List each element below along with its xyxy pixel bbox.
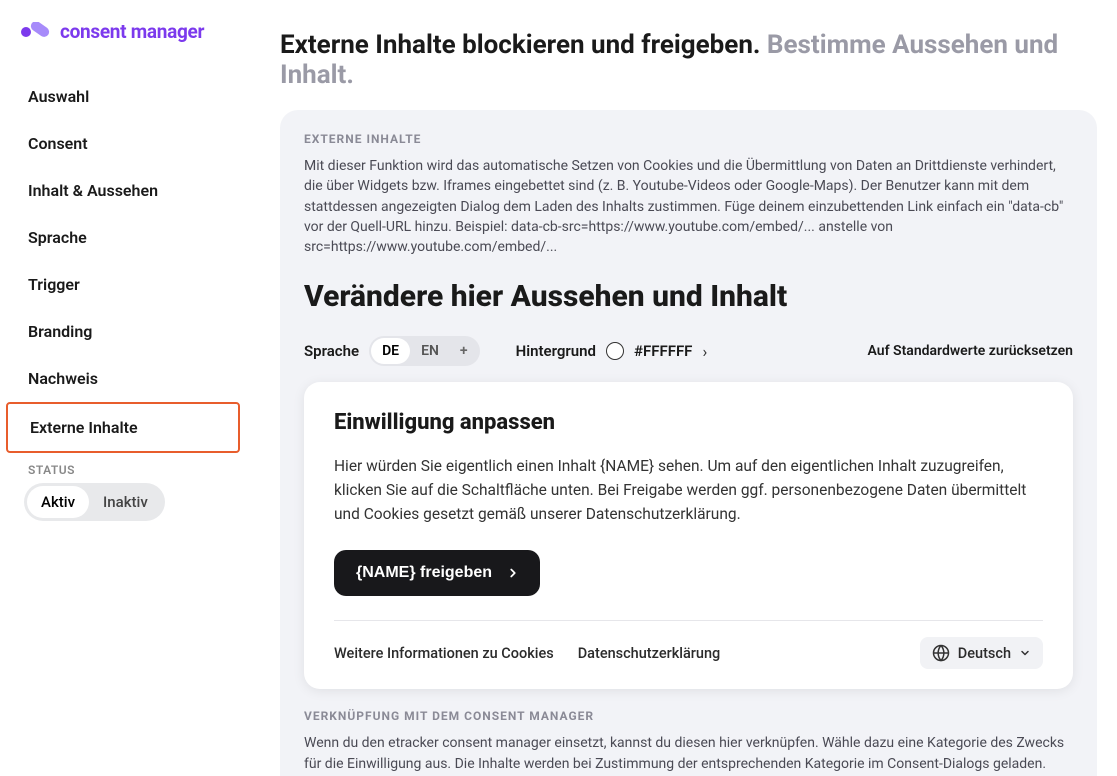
bg-color-value: #FFFFFF [634, 342, 692, 360]
lang-en[interactable]: EN [410, 338, 450, 364]
page-title-main: Externe Inhalte blockieren und freigeben… [280, 30, 767, 60]
divider [334, 620, 1043, 621]
globe-icon [932, 644, 950, 662]
status-label: STATUS [10, 453, 240, 483]
editor-controls: Sprache DE EN + Hintergrund #FFFFFF › Au… [304, 336, 1073, 366]
page-title: Externe Inhalte blockieren und freigeben… [280, 30, 1097, 90]
preview-body: Hier würden Sie eigentlich einen Inhalt … [334, 455, 1043, 526]
chevron-right-icon [506, 566, 520, 580]
editor-heading: Verändere hier Aussehen und Inhalt [304, 279, 1073, 314]
status-inactive[interactable]: Inaktiv [89, 486, 162, 518]
language-select-value: Deutsch [958, 645, 1011, 662]
sidebar-item-inhalt-aussehen[interactable]: Inhalt & Aussehen [10, 167, 240, 214]
lang-add[interactable]: + [450, 338, 478, 364]
chevron-right-icon[interactable]: › [702, 342, 707, 361]
preview-title: Einwilligung anpassen [334, 410, 1043, 435]
settings-panel: EXTERNE INHALTE Mit dieser Funktion wird… [280, 110, 1097, 776]
intro-label: EXTERNE INHALTE [304, 132, 1073, 146]
link-section-text: Wenn du den etracker consent manager ein… [304, 733, 1073, 774]
bg-label: Hintergrund [516, 342, 596, 360]
sidebar-item-consent[interactable]: Consent [10, 120, 240, 167]
brand-logo: consent manager [10, 20, 240, 43]
logo-icon [20, 22, 52, 42]
bg-color-swatch[interactable] [606, 342, 624, 360]
language-select[interactable]: Deutsch [920, 637, 1043, 669]
sidebar: consent manager Auswahl Consent Inhalt &… [0, 0, 250, 776]
lang-label: Sprache [304, 342, 359, 360]
sidebar-item-auswahl[interactable]: Auswahl [10, 73, 240, 120]
release-button-label: {NAME} freigeben [356, 564, 492, 582]
status-active[interactable]: Aktiv [27, 486, 89, 518]
more-info-link[interactable]: Weitere Informationen zu Cookies [334, 645, 554, 662]
sidebar-item-branding[interactable]: Branding [10, 308, 240, 355]
reset-button[interactable]: Auf Standardwerte zurücksetzen [868, 343, 1073, 359]
intro-text: Mit dieser Funktion wird das automatisch… [304, 156, 1073, 257]
release-button[interactable]: {NAME} freigeben [334, 550, 540, 596]
lang-de[interactable]: DE [371, 338, 410, 364]
link-section-label: VERKNÜPFUNG MIT DEM CONSENT MANAGER [304, 709, 1073, 723]
privacy-link[interactable]: Datenschutzerklärung [578, 645, 721, 662]
main-content: Externe Inhalte blockieren und freigeben… [250, 0, 1117, 776]
status-toggle[interactable]: Aktiv Inaktiv [24, 483, 165, 521]
consent-preview-card: Einwilligung anpassen Hier würden Sie ei… [304, 382, 1073, 689]
sidebar-item-trigger[interactable]: Trigger [10, 261, 240, 308]
language-switcher[interactable]: DE EN + [369, 336, 480, 366]
sidebar-item-nachweis[interactable]: Nachweis [10, 355, 240, 402]
chevron-down-icon [1019, 647, 1031, 659]
preview-footer: Weitere Informationen zu Cookies Datensc… [334, 637, 1043, 669]
brand-name: consent manager [60, 20, 204, 43]
sidebar-item-sprache[interactable]: Sprache [10, 214, 240, 261]
sidebar-item-externe-inhalte[interactable]: Externe Inhalte [6, 402, 240, 453]
